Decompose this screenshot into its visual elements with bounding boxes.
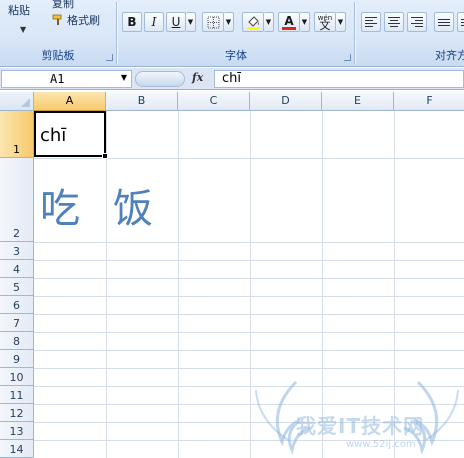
column-header-e[interactable]: E	[322, 92, 394, 111]
align-right-button[interactable]	[407, 12, 427, 32]
row-header-14[interactable]: 14	[0, 440, 34, 458]
borders-button[interactable]	[202, 12, 224, 32]
underline-label: U	[171, 15, 181, 29]
formula-bar-resize-handle[interactable]	[135, 71, 185, 87]
formula-bar: A1 ▼ fx chī	[0, 68, 464, 90]
row-header-9[interactable]: 9	[0, 350, 34, 368]
gridline	[34, 314, 464, 315]
group-divider	[116, 2, 117, 64]
alignment-group: 对齐方	[356, 0, 464, 66]
font-color-dropdown-icon[interactable]: ▼	[300, 12, 310, 32]
gridline	[34, 260, 464, 261]
paste-label: 粘贴	[8, 4, 30, 17]
align-left-button[interactable]	[361, 12, 381, 32]
name-box-value: A1	[50, 72, 65, 86]
gridline	[34, 242, 464, 243]
format-painter-button[interactable]: 格式刷	[52, 12, 100, 28]
formula-input[interactable]: chī	[214, 70, 464, 88]
row-header-2[interactable]: 2	[0, 158, 34, 242]
gridline	[34, 158, 464, 159]
alignment-group-label: 对齐方	[435, 49, 464, 62]
font-color-bar	[282, 26, 296, 30]
clipboard-group-label: 剪贴板	[41, 49, 75, 62]
select-all-button[interactable]	[0, 92, 34, 111]
fill-color-dropdown-icon[interactable]: ▼	[264, 12, 274, 32]
fill-handle[interactable]	[102, 153, 108, 159]
font-group-label: 字体	[225, 49, 247, 62]
row-header-12[interactable]: 12	[0, 404, 34, 422]
fill-bucket-icon	[246, 15, 260, 30]
phonetic-dropdown-icon[interactable]: ▼	[336, 12, 346, 32]
gridline	[34, 350, 464, 351]
row-header-10[interactable]: 10	[0, 368, 34, 386]
column-header-c[interactable]: C	[178, 92, 250, 111]
column-header-f[interactable]: F	[394, 92, 464, 111]
phonetic-char: 文	[319, 19, 331, 32]
gridline	[34, 278, 464, 279]
borders-icon	[207, 16, 219, 28]
insert-function-icon[interactable]: fx	[192, 71, 203, 84]
decrease-indent-button[interactable]	[434, 12, 454, 32]
watermark-text: 我爱IT技术网	[296, 414, 425, 438]
row-header-5[interactable]: 5	[0, 278, 34, 296]
gridline	[34, 368, 464, 369]
clipboard-dialog-launcher-icon[interactable]	[106, 54, 113, 61]
row-header-7[interactable]: 7	[0, 314, 34, 332]
copy-label: 复制	[52, 0, 74, 10]
fill-color-button[interactable]	[242, 12, 264, 32]
copy-button[interactable]: 复制	[52, 0, 74, 11]
italic-label: I	[151, 15, 157, 29]
phonetic-button[interactable]: wén 文	[314, 12, 336, 32]
row-header-13[interactable]: 13	[0, 422, 34, 440]
increase-indent-button[interactable]	[457, 12, 464, 32]
font-color-button[interactable]: A	[278, 12, 300, 32]
font-color-label: A	[284, 13, 294, 28]
borders-dropdown-icon[interactable]: ▼	[224, 12, 234, 32]
bold-label: B	[127, 15, 137, 29]
align-center-button[interactable]	[384, 12, 404, 32]
gridline	[34, 296, 464, 297]
column-header-a[interactable]: A	[34, 92, 106, 111]
cell-a2[interactable]: 吃	[40, 176, 80, 234]
format-painter-label: 格式刷	[67, 14, 100, 27]
font-dialog-launcher-icon[interactable]	[344, 54, 351, 61]
row-header-11[interactable]: 11	[0, 386, 34, 404]
row-header-8[interactable]: 8	[0, 332, 34, 350]
underline-button[interactable]: U	[166, 12, 186, 32]
gridline	[34, 332, 464, 333]
name-box-dropdown-icon[interactable]: ▼	[121, 73, 127, 82]
bold-button[interactable]: B	[122, 12, 142, 32]
group-divider	[354, 2, 355, 64]
column-header-b[interactable]: B	[106, 92, 178, 111]
italic-button[interactable]: I	[144, 12, 164, 32]
gridline	[106, 111, 107, 458]
watermark-url: www.52ij.com	[346, 439, 416, 450]
row-header-6[interactable]: 6	[0, 296, 34, 314]
paste-button[interactable]: 粘贴	[8, 2, 30, 18]
font-group: B I U ▼ ▼ ▼ A ▼ wén 文 ▼ 字体	[118, 0, 354, 66]
column-header-d[interactable]: D	[250, 92, 322, 111]
cell-a1-active[interactable]: chī	[34, 111, 106, 157]
ribbon: 粘贴 ▼ 复制 格式刷 剪贴板 B I U ▼ ▼ ▼ A ▼ wén 文 ▼ …	[0, 0, 464, 67]
name-box[interactable]: A1 ▼	[1, 70, 132, 88]
row-header-1[interactable]: 1	[0, 111, 34, 158]
underline-dropdown-icon[interactable]: ▼	[186, 12, 196, 32]
cell-b2[interactable]: 饭	[113, 176, 153, 234]
gridline	[178, 111, 179, 458]
format-painter-icon	[52, 14, 62, 25]
paste-dropdown-icon[interactable]: ▼	[20, 25, 26, 34]
clipboard-group: 粘贴 ▼ 复制 格式刷 剪贴板	[0, 0, 116, 66]
row-header-3[interactable]: 3	[0, 242, 34, 260]
row-header-4[interactable]: 4	[0, 260, 34, 278]
